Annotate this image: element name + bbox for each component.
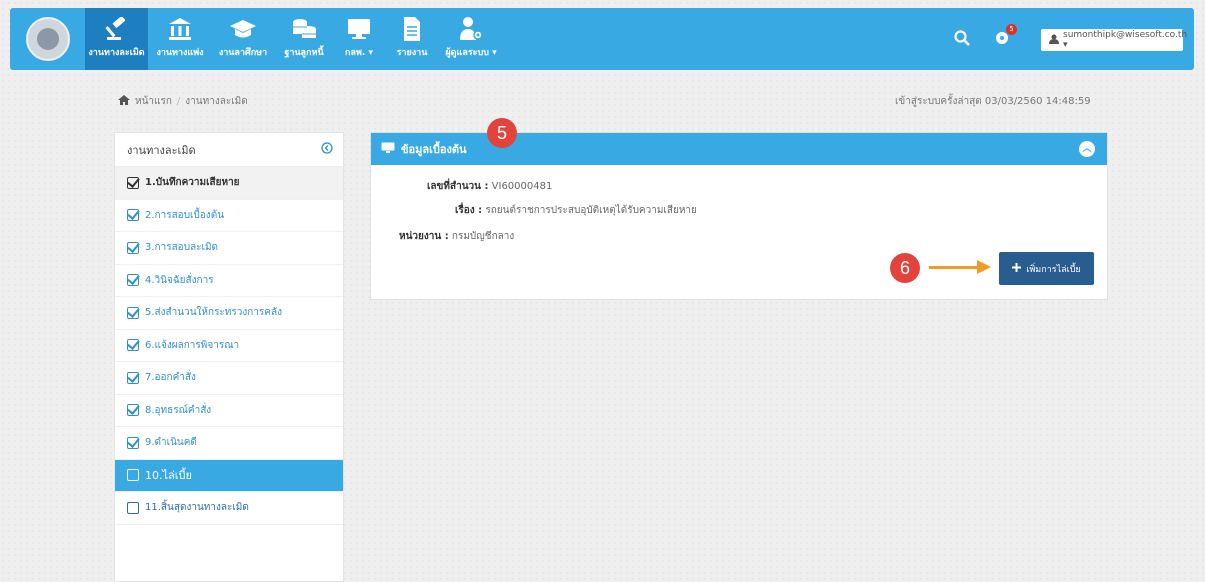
nav-label: งานลาศึกษา — [218, 48, 268, 58]
step-marker-5: 5 — [487, 118, 517, 148]
sidebar-item-label: 10.ไล่เบี้ย — [145, 469, 192, 483]
nav-debtor-base[interactable]: ฐานลูกหนี้ — [276, 8, 332, 70]
user-icon — [1049, 34, 1059, 47]
gavel-icon — [104, 16, 130, 42]
sidebar-item-8[interactable]: 8.อุทธรณ์คำสั่ง — [115, 395, 343, 427]
sidebar-item-11[interactable]: 11.สิ้นสุดงานทางละเมิด — [115, 492, 343, 525]
checkbox-unchecked-icon — [127, 501, 139, 514]
panel-title: ข้อมูลเบื้องต้น — [401, 143, 467, 156]
sidebar-item-label: 11.สิ้นสุดงานทางละเมิด — [145, 502, 249, 514]
checkbox-checked-icon — [127, 339, 139, 352]
checkbox-checked-icon — [127, 371, 139, 384]
sidebar-item-label: 6.แจ้งผลการพิจารณา — [145, 339, 240, 351]
monitor-icon — [346, 16, 372, 42]
sidebar-item-label: 7.ออกคำสั่ง — [145, 372, 196, 384]
sidebar-item-10[interactable]: 10.ไล่เบี้ย — [115, 459, 343, 492]
nav-label: กลพ. ▾ — [345, 48, 373, 58]
nav-label: งานทางละเมิด — [88, 48, 145, 58]
nav-klp[interactable]: กลพ. ▾ — [334, 8, 384, 70]
sidebar-item-label: 1.บันทึกความเสียหาย — [145, 177, 240, 189]
sidebar-item-label: 2.การสอบเบื้องต้น — [145, 209, 225, 221]
sidebar-item-2[interactable]: 2.การสอบเบื้องต้น — [115, 200, 343, 232]
sidebar-header: งานทางละเมิด — [115, 133, 343, 167]
last-login-text: เข้าสู่ระบบครั้งล่าสุด 03/03/2560 14:48:… — [895, 96, 1091, 107]
sidebar-item-1[interactable]: 1.บันทึกความเสียหาย — [115, 167, 343, 200]
case-number-value: VI60000481 — [491, 181, 553, 192]
sidebar-item-4[interactable]: 4.วินิจฉัยสั่งการ — [115, 265, 343, 297]
sidebar: งานทางละเมิด 1.บันทึกความเสียหาย 2.การสอ… — [114, 132, 344, 582]
nav-label: งานทางแพ่ง — [156, 48, 204, 58]
agency-label: หน่วยงาน : — [399, 231, 449, 242]
step-marker-6: 6 — [890, 253, 920, 283]
notification-badge: 5 — [1006, 24, 1017, 35]
checkbox-checked-icon — [127, 176, 139, 189]
home-icon — [118, 95, 130, 108]
sidebar-item-5[interactable]: 5.ส่งสำนวนให้กระทรวงการคลัง — [115, 297, 343, 330]
logo[interactable] — [26, 17, 70, 61]
collapse-panel-icon[interactable]: ︿ — [1079, 141, 1095, 157]
collapse-sidebar-icon[interactable] — [321, 142, 333, 157]
nav-tort[interactable]: งานทางละเมิด — [85, 8, 148, 70]
subject-label: เรื่อง : — [455, 205, 483, 216]
document-icon — [402, 16, 422, 42]
pointer-arrow — [929, 266, 979, 269]
user-label: sumonthipk@wisesoft.co.th ▾ — [1063, 30, 1188, 50]
nav-label: ผู้ดูแลระบบ ▾ — [445, 48, 497, 58]
monitor-icon — [381, 142, 395, 157]
sidebar-item-6[interactable]: 6.แจ้งผลการพิจารณา — [115, 330, 343, 362]
basic-info-panel: ข้อมูลเบื้องต้น ︿ เลขที่สำนวน : VI600004… — [370, 132, 1108, 300]
panel-header: ข้อมูลเบื้องต้น ︿ — [371, 133, 1107, 165]
sidebar-item-7[interactable]: 7.ออกคำสั่ง — [115, 362, 343, 395]
agency-row: หน่วยงาน : กรมบัญชีกลาง — [399, 229, 514, 244]
breadcrumb-separator: / — [176, 96, 181, 107]
user-menu-button[interactable]: sumonthipk@wisesoft.co.th ▾ — [1041, 29, 1187, 51]
nav-report[interactable]: รายงาน — [388, 8, 436, 70]
case-number-row: เลขที่สำนวน : VI60000481 — [427, 179, 552, 194]
checkbox-checked-icon — [127, 306, 139, 319]
plus-icon — [1012, 262, 1022, 275]
add-recourse-label: เพิ่มการไล่เบี้ย — [1026, 264, 1081, 275]
breadcrumb: หน้าแรก / งานทางละเมิด — [118, 94, 248, 109]
coins-icon — [291, 16, 317, 42]
nav-label: ฐานลูกหนี้ — [284, 48, 324, 58]
sidebar-item-label: 5.ส่งสำนวนให้กระทรวงการคลัง — [145, 307, 283, 319]
nav-study-leave[interactable]: งานลาศึกษา — [212, 8, 274, 70]
subject-value: รถยนต์ราชการประสบอุบัติเหตุได้รับความเสี… — [485, 205, 697, 216]
nav-admin[interactable]: ผู้ดูแลระบบ ▾ — [438, 8, 504, 70]
checkbox-unchecked-icon — [127, 469, 139, 482]
agency-value: กรมบัญชีกลาง — [451, 231, 515, 242]
add-recourse-button[interactable]: เพิ่มการไล่เบี้ย — [999, 252, 1094, 285]
checkbox-checked-icon — [127, 274, 139, 287]
sidebar-item-3[interactable]: 3.การสอบละเมิด — [115, 232, 343, 265]
checkbox-checked-icon — [127, 436, 139, 449]
top-navbar: งานทางละเมิด งานทางแพ่ง งานลาศึกษา ฐานลู… — [10, 8, 1194, 70]
sidebar-item-9[interactable]: 9.ดำเนินคดี — [115, 427, 343, 460]
graduation-cap-icon — [229, 16, 257, 42]
search-icon[interactable] — [954, 30, 970, 49]
case-number-label: เลขที่สำนวน : — [427, 181, 489, 192]
nav-civil[interactable]: งานทางแพ่ง — [150, 8, 210, 70]
checkbox-checked-icon — [127, 209, 139, 222]
checkbox-checked-icon — [127, 404, 139, 417]
breadcrumb-current: งานทางละเมิด — [185, 96, 248, 107]
sidebar-item-label: 9.ดำเนินคดี — [145, 437, 197, 449]
subject-row: เรื่อง : รถยนต์ราชการประสบอุบัติเหตุได้ร… — [455, 203, 697, 218]
sidebar-item-label: 8.อุทธรณ์คำสั่ง — [145, 404, 212, 416]
sidebar-title: งานทางละเมิด — [127, 143, 196, 157]
checkbox-checked-icon — [127, 241, 139, 254]
sidebar-item-label: 3.การสอบละเมิด — [145, 242, 219, 254]
arrow-head-icon — [977, 260, 991, 274]
bank-icon — [168, 16, 192, 42]
breadcrumb-home[interactable]: หน้าแรก — [135, 94, 172, 109]
sidebar-item-label: 4.วินิจฉัยสั่งการ — [145, 274, 214, 286]
user-gear-icon — [458, 16, 484, 42]
nav-label: รายงาน — [396, 48, 428, 58]
